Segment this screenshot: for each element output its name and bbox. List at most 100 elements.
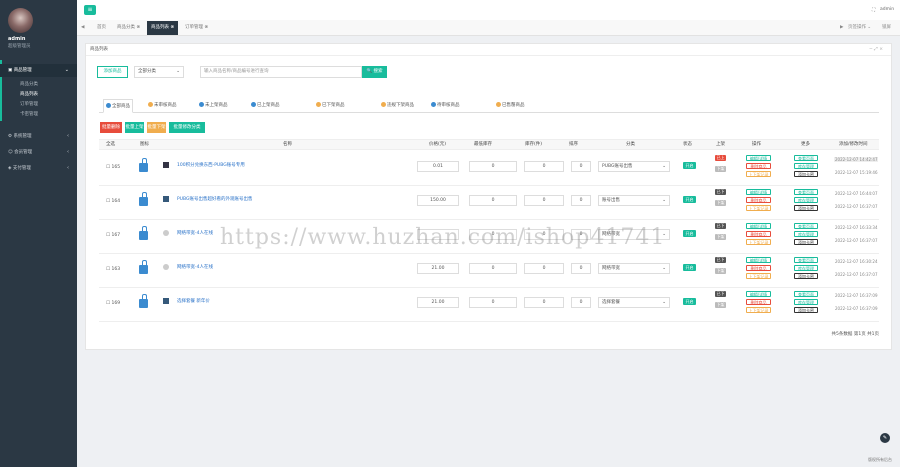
stock-field[interactable]: 0 <box>524 297 564 308</box>
price-field[interactable]: 150.00 <box>417 195 459 206</box>
stock-field[interactable]: 0 <box>524 161 564 172</box>
edit-link[interactable]: 编辑/详情 <box>746 155 771 161</box>
chat-icon[interactable]: ✎ <box>880 433 890 443</box>
category-dropdown[interactable]: 账号出售 ⌄ <box>598 195 670 206</box>
delete-link[interactable]: 删除商品 <box>746 231 771 237</box>
status-toggle[interactable]: 开启 <box>683 298 696 305</box>
card-link[interactable]: 添加卡密 <box>794 273 818 279</box>
batch-off-button[interactable]: 批量下架 <box>147 122 166 133</box>
sidebar-sub-orders[interactable]: 订单管理 <box>0 100 77 109</box>
delete-link[interactable]: 删除商品 <box>746 299 771 305</box>
edit-link[interactable]: 编辑/详情 <box>746 223 771 229</box>
edit-link[interactable]: 编辑/详情 <box>746 189 771 195</box>
batch-category-button[interactable]: 批量修改分类 <box>169 122 205 133</box>
min-field[interactable]: 0 <box>469 195 517 206</box>
tabs-prev-icon[interactable]: ◀ <box>81 20 84 35</box>
category-dropdown[interactable]: 网络带宽 ⌄ <box>598 263 670 274</box>
stock-link[interactable]: 库存管理 <box>794 197 818 203</box>
category-dropdown[interactable]: PUBG账号出售 ⌄ <box>598 161 670 172</box>
tab-home[interactable]: 首页 <box>93 21 110 35</box>
records-link[interactable]: 上下架记录 <box>746 307 771 313</box>
panel-controls[interactable]: − ⤢ × <box>869 44 883 56</box>
category-select[interactable]: 全部分类 ⌄ <box>134 66 184 78</box>
card-link[interactable]: 添加卡密 <box>794 171 818 177</box>
min-field[interactable]: 0 <box>469 263 517 274</box>
tab-category[interactable]: 商品分类 ⊗ <box>113 21 144 35</box>
card-link[interactable]: 添加卡密 <box>794 239 818 245</box>
row-checkbox[interactable]: ☐ 167 <box>106 233 120 238</box>
view-link[interactable]: 查看页面 <box>794 291 818 297</box>
records-link[interactable]: 上下架记录 <box>746 273 771 279</box>
delete-link[interactable]: 删除商品 <box>746 265 771 271</box>
status-toggle[interactable]: 开启 <box>683 230 696 237</box>
goods-name[interactable]: 网络带宽-4人在线 <box>177 264 213 270</box>
tab-orders[interactable]: 订单管理 ⊗ <box>181 21 212 35</box>
sort-field[interactable]: 0 <box>571 161 591 172</box>
goods-name[interactable]: 100积分兑换东西-PUBG账号专用 <box>177 162 245 168</box>
goods-name[interactable]: 网络带宽-4人在线 <box>177 230 213 236</box>
search-button[interactable]: 🔍 搜索 <box>362 66 387 78</box>
card-link[interactable]: 添加卡密 <box>794 307 818 313</box>
stock-field[interactable]: 0 <box>524 195 564 206</box>
delete-link[interactable]: 删除商品 <box>746 163 771 169</box>
status-toggle[interactable]: 开启 <box>683 264 696 271</box>
delete-link[interactable]: 删除商品 <box>746 197 771 203</box>
filter-tab[interactable]: 违规下架商品 <box>379 99 416 113</box>
records-link[interactable]: 上下架记录 <box>746 239 771 245</box>
view-link[interactable]: 查看页面 <box>794 189 818 195</box>
view-link[interactable]: 查看页面 <box>794 155 818 161</box>
add-goods-button[interactable]: 添加商品 <box>97 66 128 78</box>
stock-link[interactable]: 库存管理 <box>794 163 818 169</box>
sort-field[interactable]: 0 <box>571 297 591 308</box>
avatar[interactable] <box>8 8 33 33</box>
search-input[interactable]: 输入商品名称/商品编号进行查询 <box>200 66 362 78</box>
shelf-button[interactable]: 下架 <box>715 166 726 172</box>
lock-screen[interactable]: 锁屏 <box>882 20 891 35</box>
filter-tab-all[interactable]: 全部商品 <box>103 99 133 113</box>
sidebar-item-members[interactable]: ☺ 会员管理 ‹ <box>0 146 77 159</box>
sort-field[interactable]: 0 <box>571 195 591 206</box>
status-toggle[interactable]: 开启 <box>683 196 696 203</box>
tab-ops-menu[interactable]: 页签操作 ⌄ <box>848 20 871 35</box>
stock-link[interactable]: 库存管理 <box>794 299 818 305</box>
card-link[interactable]: 添加卡密 <box>794 205 818 211</box>
shelf-button[interactable]: 下架 <box>715 200 726 206</box>
records-link[interactable]: 上下架记录 <box>746 171 771 177</box>
price-field[interactable]: 0.01 <box>417 161 459 172</box>
row-checkbox[interactable]: ☐ 165 <box>106 165 120 170</box>
tab-goods-list[interactable]: 商品列表 ⊗ <box>147 21 179 35</box>
row-checkbox[interactable]: ☐ 169 <box>106 301 120 306</box>
sidebar-sub-goods-list[interactable]: 商品列表 <box>0 90 77 99</box>
sidebar-item-payment[interactable]: ◈ 支付管理 ‹ <box>0 162 77 175</box>
row-checkbox[interactable]: ☐ 164 <box>106 199 120 204</box>
row-checkbox[interactable]: ☐ 163 <box>106 267 120 272</box>
view-link[interactable]: 查看页面 <box>794 257 818 263</box>
edit-link[interactable]: 编辑/详情 <box>746 257 771 263</box>
header-user[interactable]: admin <box>880 7 894 12</box>
shelf-button[interactable]: 下架 <box>715 268 726 274</box>
price-field[interactable]: 21.00 <box>417 297 459 308</box>
shelf-button[interactable]: 下架 <box>715 234 726 240</box>
sidebar-item-system[interactable]: ⚙ 系统管理 ‹ <box>0 130 77 143</box>
min-field[interactable]: 0 <box>469 297 517 308</box>
col-check[interactable]: 全选 <box>106 140 115 150</box>
min-field[interactable]: 0 <box>469 161 517 172</box>
goods-name[interactable]: 选择套餐 新年价 <box>177 298 210 304</box>
price-field[interactable]: 21.00 <box>417 263 459 274</box>
sidebar-item-goods[interactable]: ▣ 商品管理 ⌄ <box>0 64 77 77</box>
sort-field[interactable]: 0 <box>571 263 591 274</box>
filter-tab[interactable]: 待审核商品 <box>429 99 462 113</box>
shelf-button[interactable]: 下架 <box>715 302 726 308</box>
filter-tab[interactable]: 已售罄商品 <box>494 99 527 113</box>
view-link[interactable]: 查看页面 <box>794 223 818 229</box>
edit-link[interactable]: 编辑/详情 <box>746 291 771 297</box>
goods-name[interactable]: PUBG账号出售超好看的外观账号出售 <box>177 196 253 202</box>
stock-link[interactable]: 库存管理 <box>794 231 818 237</box>
batch-on-button[interactable]: 批量上架 <box>125 122 144 133</box>
filter-tab[interactable]: 已下架商品 <box>314 99 347 113</box>
filter-tab[interactable]: 未上架商品 <box>197 99 230 113</box>
filter-tab[interactable]: 已上架商品 <box>249 99 282 113</box>
fullscreen-icon[interactable]: ⛶ <box>872 7 875 13</box>
tabs-next-icon[interactable]: ▶ <box>840 20 843 35</box>
batch-delete-button[interactable]: 批量删除 <box>100 122 122 133</box>
